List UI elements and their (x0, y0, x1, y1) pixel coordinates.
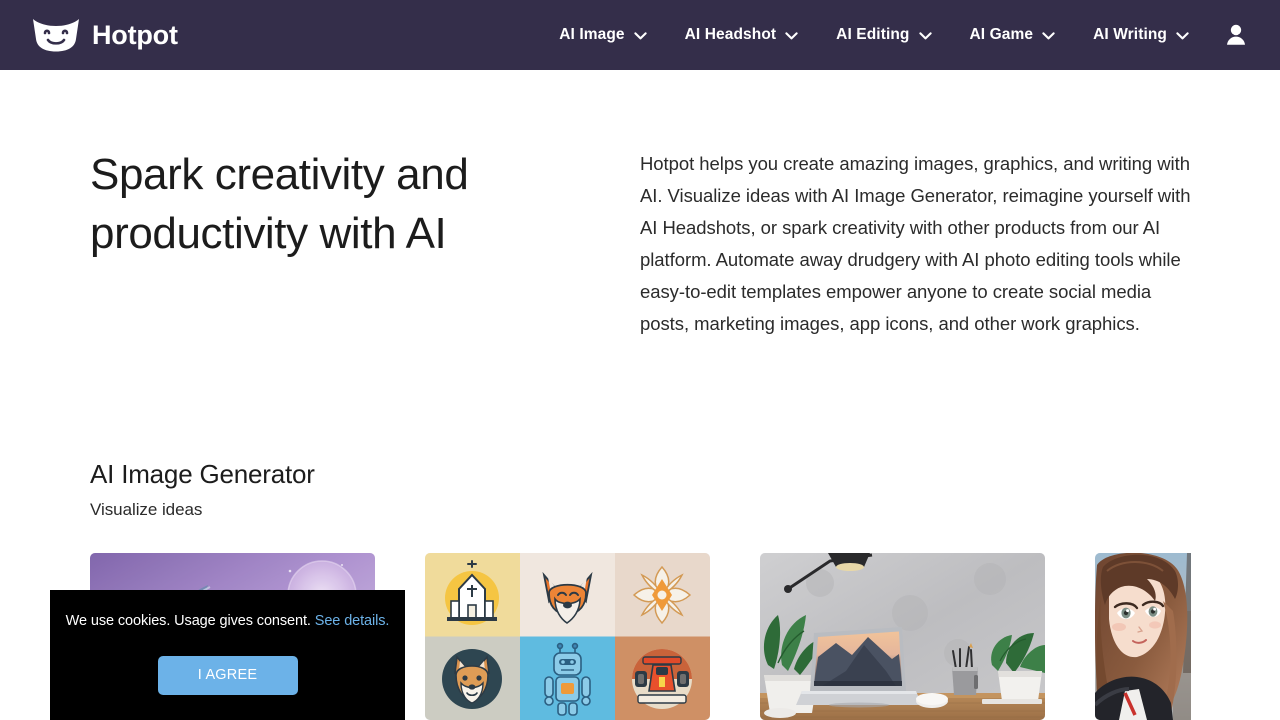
section-title: AI Image Generator (90, 459, 315, 489)
nav-item-ai-image[interactable]: AI Image (540, 0, 665, 70)
account-button[interactable] (1216, 0, 1256, 70)
desk-laptop-photo (760, 553, 1045, 720)
chevron-down-icon (1176, 30, 1189, 40)
brand-name: Hotpot (92, 19, 178, 50)
cookie-agree-button[interactable]: I AGREE (157, 655, 298, 695)
site-header: Hotpot AI Image AI Headshot AI Editing A… (0, 0, 1280, 70)
chevron-down-icon (785, 30, 798, 40)
nav-item-label: AI Image (559, 26, 625, 43)
section-subtitle: Visualize ideas (90, 499, 203, 519)
anime-portrait-artwork (1095, 553, 1280, 720)
nav-item-label: AI Headshot (684, 26, 777, 43)
cookie-consent-banner: We use cookies. Usage gives consent. See… (50, 590, 405, 720)
brand-logo-link[interactable]: Hotpot (30, 0, 178, 70)
user-account-icon (1225, 23, 1247, 47)
chevron-down-icon (918, 30, 932, 40)
chevron-down-icon (633, 30, 647, 40)
section-header: AI Image Generator Visualize ideas (90, 458, 315, 520)
nav-item-label: AI Editing (836, 26, 910, 43)
nav-item-label: AI Game (969, 26, 1034, 43)
nav-item-ai-editing[interactable]: AI Editing (817, 0, 950, 70)
nav-item-ai-writing[interactable]: AI Writing (1074, 0, 1208, 70)
hotpot-bowl-smiley-icon (30, 17, 82, 53)
cookie-message: We use cookies. Usage gives consent. See… (66, 612, 390, 631)
chevron-down-icon (1042, 30, 1055, 40)
cookie-see-details-link[interactable]: See details. (315, 613, 390, 629)
cookie-message-text: We use cookies. Usage gives consent. (65, 613, 311, 629)
gallery-item-flat-icon-grid-artwork[interactable] (425, 553, 710, 720)
main-navigation: AI Image AI Headshot AI Editing AI Game (540, 0, 1208, 70)
page-title: Spark creativity and productivity with A… (90, 150, 469, 258)
nav-item-ai-game[interactable]: AI Game (951, 0, 1075, 70)
hero-description: Hotpot helps you create amazing images, … (640, 153, 1191, 334)
gallery-item-anime-portrait-artwork[interactable] (1095, 553, 1280, 720)
nav-item-label: AI Writing (1093, 26, 1167, 43)
nav-item-ai-headshot[interactable]: AI Headshot (666, 0, 818, 70)
gallery-item-desk-laptop-photo[interactable] (760, 553, 1045, 720)
flat-icon-grid-artwork (425, 553, 710, 720)
